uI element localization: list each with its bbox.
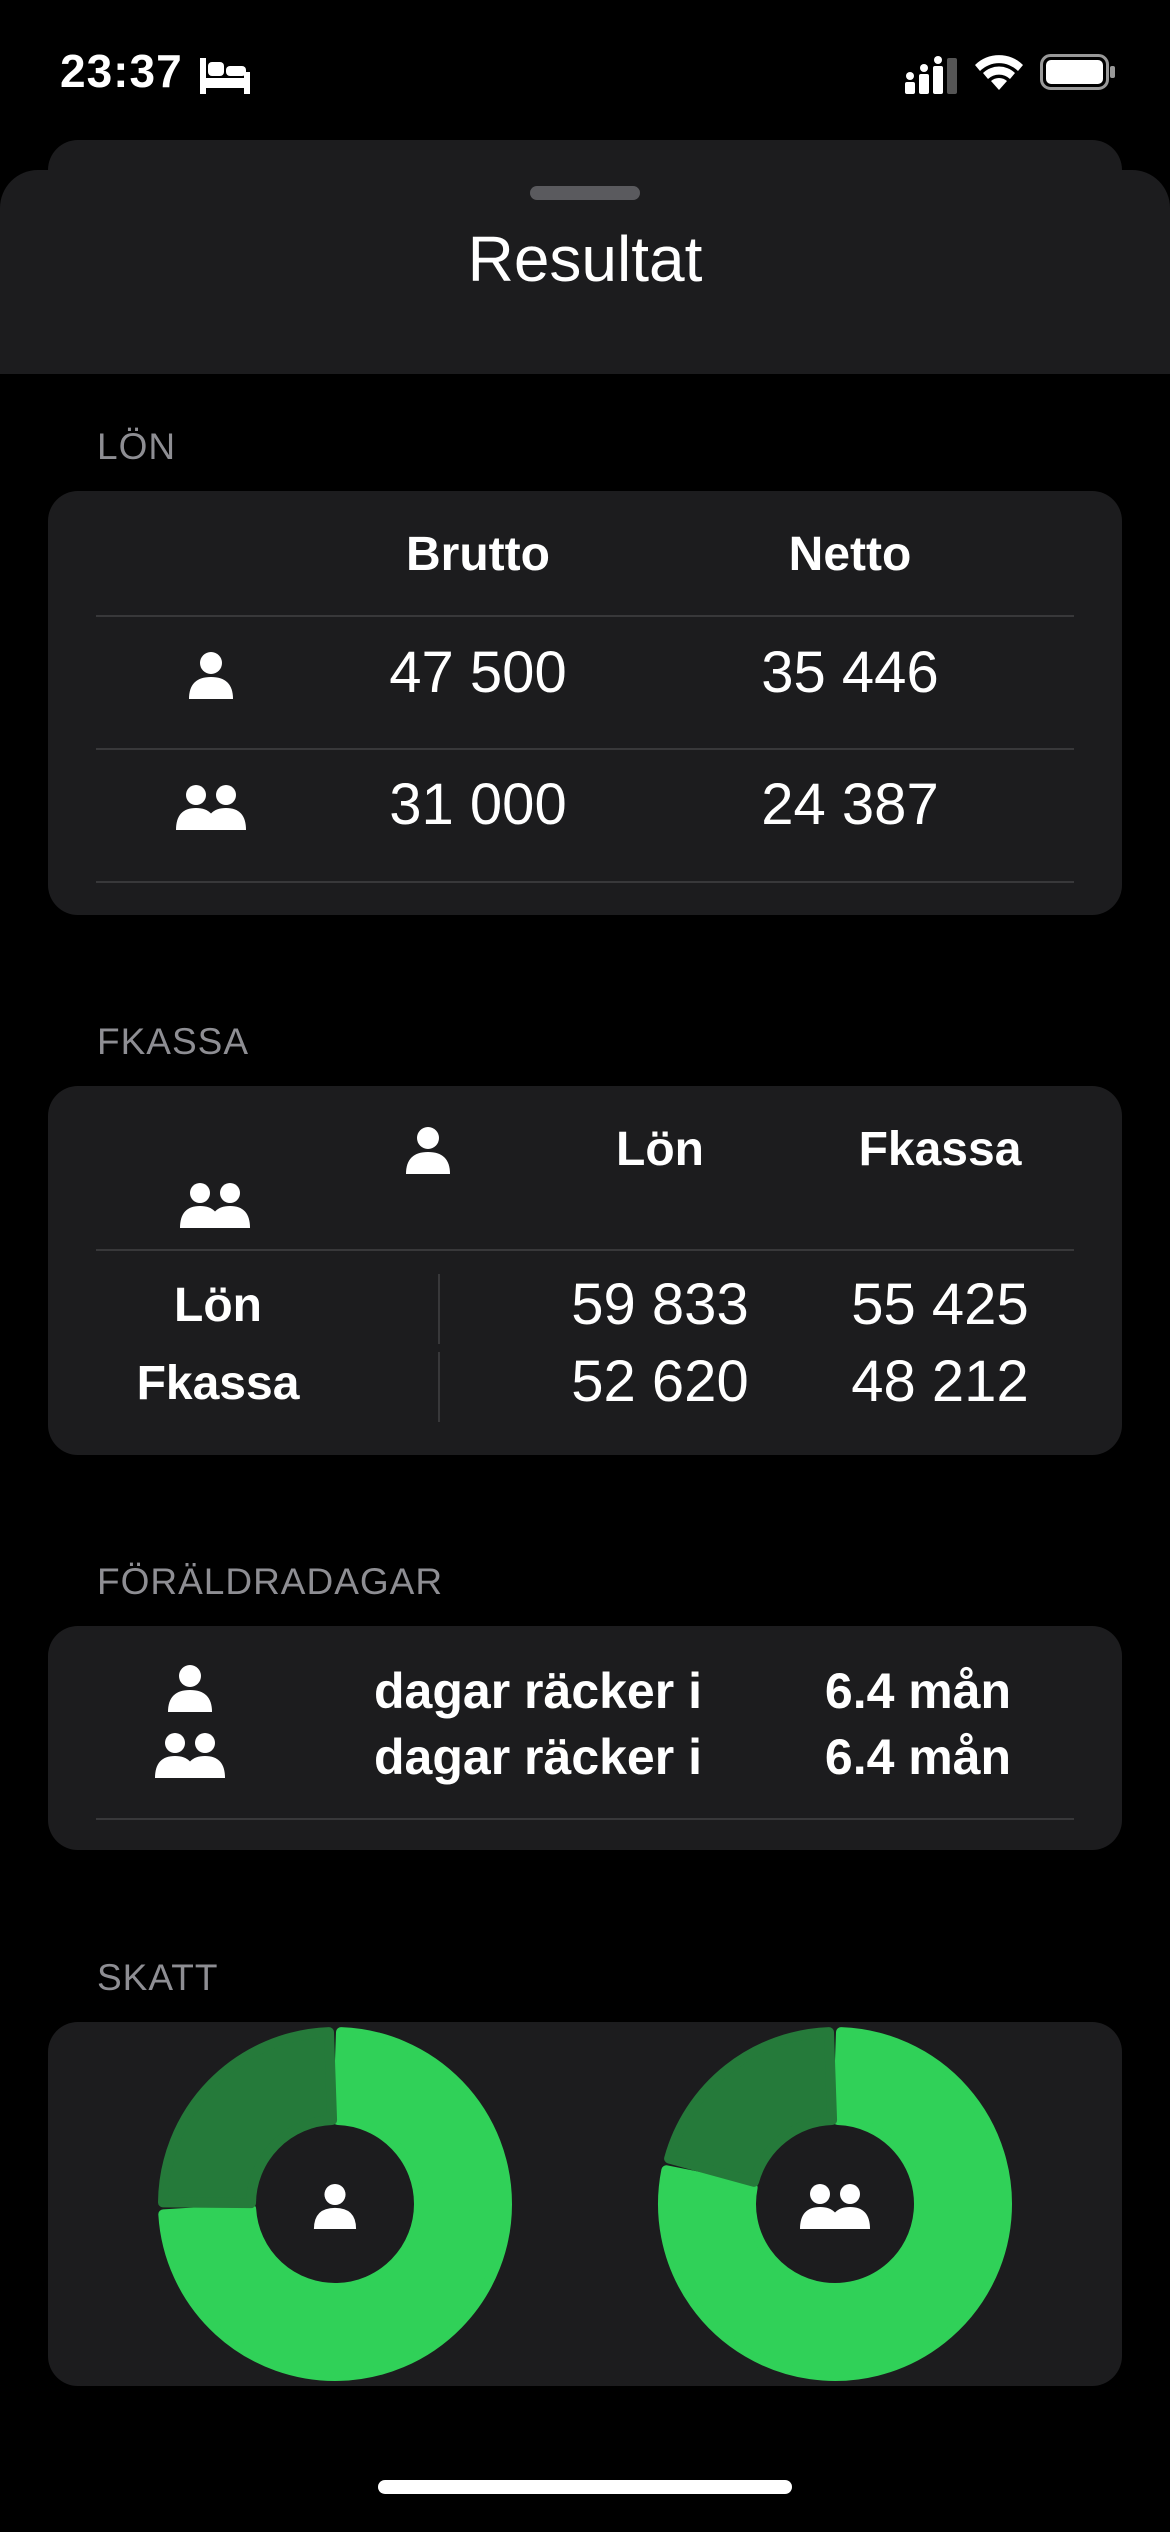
tax-donut-charts bbox=[158, 2027, 1012, 2381]
tax-segment bbox=[158, 2027, 338, 2209]
section-header-fkassa: FKASSA bbox=[97, 1021, 249, 1062]
divider bbox=[96, 1249, 1074, 1251]
tax-segment bbox=[664, 2027, 838, 2187]
col-header-netto: Netto bbox=[788, 528, 912, 581]
divider bbox=[438, 1352, 440, 1422]
signal-icon bbox=[905, 56, 961, 96]
people-icon bbox=[800, 2183, 870, 2229]
divider bbox=[96, 615, 1074, 617]
battery-icon bbox=[1040, 54, 1116, 90]
section-header-lon: LÖN bbox=[97, 426, 177, 467]
divider bbox=[96, 881, 1074, 883]
divider bbox=[96, 1818, 1074, 1820]
fkassa-card: Lön Fkassa Lön Fkassa 59 833 55 425 52 6… bbox=[48, 1086, 1122, 1455]
sheet-header: Resultat bbox=[0, 170, 1170, 374]
sheet-title: Resultat bbox=[467, 223, 703, 295]
skatt-card bbox=[48, 2022, 1122, 2386]
fkassa-value: 59 833 bbox=[571, 1272, 749, 1337]
lon-person-brutto: 47 500 bbox=[389, 640, 567, 705]
col-header-brutto: Brutto bbox=[406, 528, 550, 581]
divider bbox=[438, 1274, 440, 1344]
lon-person-netto: 35 446 bbox=[761, 640, 939, 705]
person-icon bbox=[189, 651, 233, 699]
fkassa-value: 52 620 bbox=[571, 1349, 749, 1414]
col-header-lon: Lön bbox=[616, 1123, 704, 1176]
person-icon bbox=[313, 2183, 357, 2229]
lon-card: Brutto Netto 47 500 35 446 31 000 24 387 bbox=[48, 491, 1122, 915]
lon-people-netto: 24 387 bbox=[761, 772, 939, 837]
lon-people-brutto: 31 000 bbox=[389, 772, 567, 837]
sheet-grabber[interactable] bbox=[530, 186, 640, 200]
days-label: dagar räcker i bbox=[374, 1729, 702, 1785]
people-icon bbox=[155, 1732, 225, 1778]
divider bbox=[96, 748, 1074, 750]
col-header-fkassa: Fkassa bbox=[858, 1123, 1022, 1176]
section-header-skatt: SKATT bbox=[97, 1957, 219, 1998]
people-icon bbox=[180, 1182, 250, 1228]
person-icon bbox=[406, 1126, 450, 1174]
home-indicator[interactable] bbox=[378, 2480, 792, 2494]
bed-icon bbox=[200, 58, 250, 94]
status-time: 23:37 bbox=[60, 45, 183, 97]
days-label: dagar räcker i bbox=[374, 1663, 702, 1719]
section-header-foraldradagar: FÖRÄLDRADAGAR bbox=[97, 1561, 444, 1602]
fkassa-value: 48 212 bbox=[851, 1349, 1029, 1414]
row-header-lon: Lön bbox=[174, 1279, 262, 1332]
person-icon bbox=[168, 1664, 212, 1712]
row-header-fkassa: Fkassa bbox=[136, 1357, 300, 1410]
foraldradagar-card: dagar räcker i 6.4 mån dagar räcker i 6.… bbox=[48, 1626, 1122, 1850]
days-value: 6.4 mån bbox=[824, 1729, 1012, 1785]
fkassa-value: 55 425 bbox=[851, 1272, 1029, 1337]
wifi-icon bbox=[975, 52, 1023, 90]
people-icon bbox=[176, 784, 246, 830]
days-value: 6.4 mån bbox=[824, 1663, 1012, 1719]
